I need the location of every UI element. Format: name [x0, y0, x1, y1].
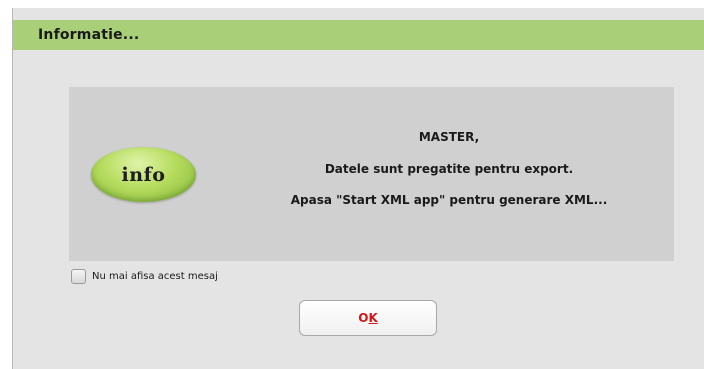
ok-button-label: OK [358, 311, 378, 325]
information-dialog: Informatie... info MASTER, Datele sunt p… [12, 8, 704, 369]
message-line-2: Datele sunt pregatite pentru export. [324, 162, 574, 176]
message-line-1: MASTER, [418, 130, 480, 144]
message-line-3: Apasa "Start XML app" pentru generare XM… [290, 193, 608, 207]
ok-button[interactable]: OK [299, 300, 437, 336]
message-panel: info MASTER, Datele sunt pregatite pentr… [69, 87, 674, 261]
dont-show-again-row[interactable]: Nu mai afisa acest mesaj [71, 266, 218, 286]
dont-show-again-label[interactable]: Nu mai afisa acest mesaj [92, 271, 218, 282]
info-icon-label: info [121, 163, 166, 186]
dont-show-again-checkbox[interactable] [71, 268, 86, 284]
title-bar: Informatie... [13, 20, 704, 50]
dialog-title: Informatie... [38, 27, 140, 43]
info-icon: info [91, 147, 196, 202]
ok-label-text: O [358, 311, 369, 325]
ok-label-mnemonic: K [368, 311, 378, 325]
